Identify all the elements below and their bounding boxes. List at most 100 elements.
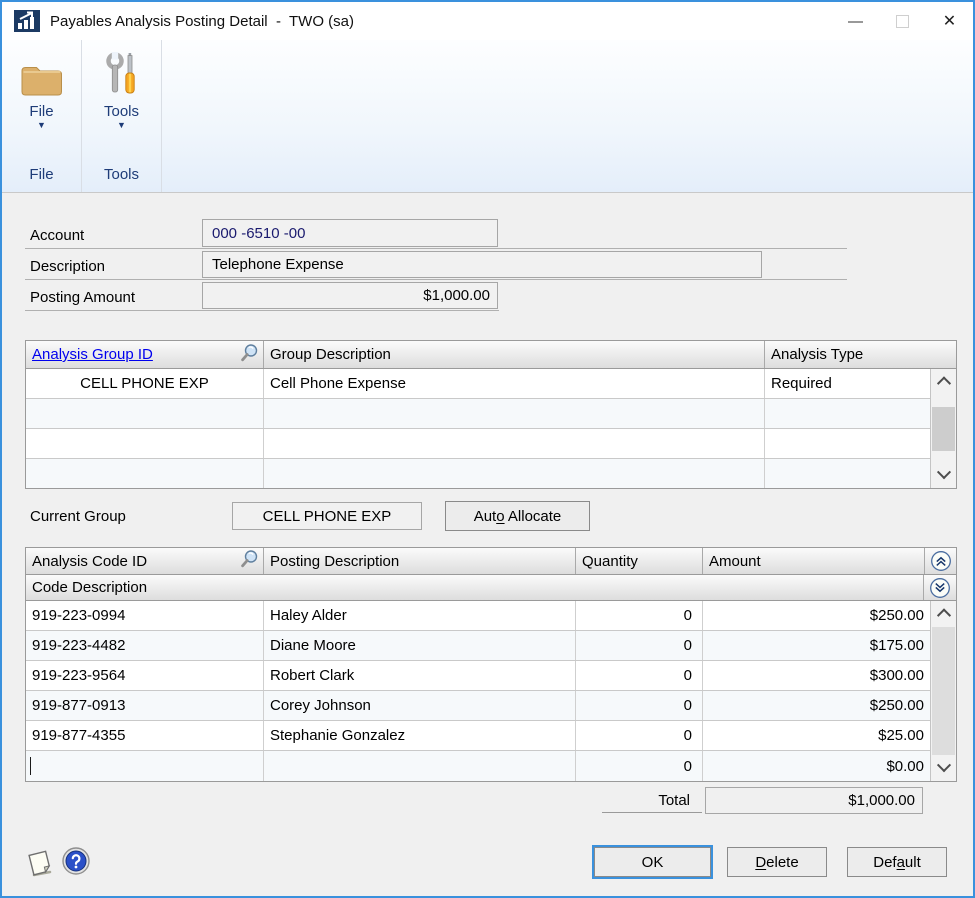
scrollbar-thumb[interactable] [932, 627, 955, 755]
analysis-code-header: Analysis Code ID Posting Description Qua… [26, 548, 956, 575]
account-field[interactable]: 000 -6510 -00 [202, 219, 498, 247]
analysis-type-header-cell: Analysis Type [765, 341, 956, 368]
auto-allocate-button[interactable]: Auto Allocate [445, 501, 590, 531]
default-button[interactable]: Default [847, 847, 947, 877]
code-row[interactable]: 919-223-9564 Robert Clark 0 $300.00 [26, 661, 930, 691]
scroll-up-icon [936, 608, 950, 622]
quantity-cell[interactable]: 0 [576, 631, 703, 660]
quantity-cell[interactable]: 0 [576, 721, 703, 750]
file-group-label: File [29, 166, 53, 192]
posting-description-cell[interactable]: Diane Moore [264, 631, 576, 660]
folder-icon [19, 48, 65, 98]
maximize-button[interactable] [879, 2, 926, 40]
analysis-group-row[interactable]: CELL PHONE EXP Cell Phone Expense Requir… [26, 369, 930, 399]
analysis-group-header: Analysis Group ID Group Description Anal… [26, 341, 956, 369]
code-row[interactable]: 919-223-4482 Diane Moore 0 $175.00 [26, 631, 930, 661]
amount-cell[interactable]: $250.00 [703, 601, 930, 630]
note-icon[interactable] [22, 847, 58, 884]
code-id-cell-editing[interactable] [26, 751, 264, 781]
amount-cell[interactable]: $250.00 [703, 691, 930, 720]
analysis-group-id-link[interactable]: Analysis Group ID [32, 346, 153, 363]
lookup-icon[interactable] [239, 343, 259, 367]
amount-header-cell: Amount [703, 548, 925, 574]
amount-cell[interactable]: $175.00 [703, 631, 930, 660]
quantity-cell[interactable]: 0 [576, 661, 703, 690]
code-row[interactable]: 919-223-0994 Haley Alder 0 $250.00 [26, 601, 930, 631]
account-underline [25, 248, 847, 249]
posting-description-cell[interactable]: Corey Johnson [264, 691, 576, 720]
description-label: Description [30, 258, 105, 275]
analysis-code-body: 919-223-0994 Haley Alder 0 $250.00 919-2… [26, 601, 956, 781]
posting-description-cell[interactable]: Robert Clark [264, 661, 576, 690]
current-group-field: CELL PHONE EXP [232, 502, 422, 530]
code-row[interactable]: 919-877-4355 Stephanie Gonzalez 0 $25.00 [26, 721, 930, 751]
group-description-header-cell: Group Description [264, 341, 765, 368]
scroll-up-button[interactable] [931, 601, 956, 627]
window-title: Payables Analysis Posting Detail - TWO (… [50, 13, 354, 30]
quantity-cell[interactable]: 0 [576, 601, 703, 630]
analysis-type-cell[interactable]: Required [765, 369, 930, 398]
title-bar: Payables Analysis Posting Detail - TWO (… [2, 2, 973, 41]
amount-cell[interactable]: $25.00 [703, 721, 930, 750]
scroll-down-button[interactable] [931, 462, 956, 488]
scroll-down-button[interactable] [931, 755, 956, 781]
analysis-group-empty-row[interactable] [26, 399, 930, 429]
code-id-cell[interactable]: 919-877-4355 [26, 721, 264, 750]
ribbon-group-tools: Tools ▼ Tools [82, 40, 162, 192]
posting-amount-field: $1,000.00 [202, 282, 498, 309]
ok-button[interactable]: OK [594, 847, 711, 877]
analysis-group-body: CELL PHONE EXP Cell Phone Expense Requir… [26, 369, 956, 488]
bar-chart-window-icon [14, 10, 40, 32]
close-icon: ✕ [943, 11, 956, 31]
analysis-code-table: Analysis Code ID Posting Description Qua… [25, 547, 957, 782]
tools-menu-button[interactable]: Tools ▼ [102, 40, 142, 166]
analysis-group-id-header-cell: Analysis Group ID [26, 341, 264, 368]
quantity-cell[interactable]: 0 [576, 751, 703, 781]
code-id-cell[interactable]: 919-223-0994 [26, 601, 264, 630]
code-id-cell[interactable]: 919-877-0913 [26, 691, 264, 720]
analysis-group-table: Analysis Group ID Group Description Anal… [25, 340, 957, 489]
amount-cell[interactable]: $300.00 [703, 661, 930, 690]
posting-description-cell[interactable]: Stephanie Gonzalez [264, 721, 576, 750]
posting-description-cell[interactable]: Haley Alder [264, 601, 576, 630]
posting-amount-underline [25, 310, 499, 311]
minimize-icon: — [848, 13, 863, 30]
code-row[interactable]: 919-877-0913 Corey Johnson 0 $250.00 [26, 691, 930, 721]
group-id-cell[interactable]: CELL PHONE EXP [26, 369, 264, 398]
lookup-icon[interactable] [239, 549, 259, 573]
text-cursor [30, 757, 31, 775]
analysis-group-empty-row[interactable] [26, 459, 930, 488]
code-id-cell[interactable]: 919-223-9564 [26, 661, 264, 690]
file-menu-button[interactable]: File ▼ [19, 40, 65, 166]
group-description-cell[interactable]: Cell Phone Expense [264, 369, 765, 398]
tools-menu-label: Tools [104, 103, 139, 120]
scroll-down-icon [936, 465, 950, 479]
tools-dropdown-icon: ▼ [117, 121, 126, 130]
code-id-cell[interactable]: 919-223-4482 [26, 631, 264, 660]
minimize-button[interactable]: — [832, 2, 879, 40]
code-row-new-entry[interactable]: 0 $0.00 [26, 751, 930, 781]
code-table-scrollbar[interactable] [930, 601, 956, 781]
current-group-label: Current Group [30, 508, 126, 525]
code-description-subheader: Code Description [26, 575, 956, 601]
description-field: Telephone Expense [202, 251, 762, 278]
collapse-rows-button[interactable] [925, 548, 956, 574]
expand-rows-button[interactable] [923, 575, 956, 600]
scrollbar-thumb[interactable] [932, 407, 955, 451]
total-amount-field: $1,000.00 [705, 787, 923, 814]
posting-description-cell[interactable] [264, 751, 576, 781]
analysis-group-empty-row[interactable] [26, 429, 930, 459]
close-button[interactable]: ✕ [926, 2, 973, 40]
help-icon[interactable] [62, 847, 90, 880]
ribbon-group-file: File ▼ File [2, 40, 82, 192]
delete-button[interactable]: Delete [727, 847, 827, 877]
account-label: Account [30, 227, 84, 244]
quantity-cell[interactable]: 0 [576, 691, 703, 720]
posting-amount-label: Posting Amount [30, 289, 135, 306]
scroll-up-icon [936, 376, 950, 390]
scroll-up-button[interactable] [931, 369, 956, 395]
description-underline [25, 279, 847, 280]
group-table-scrollbar[interactable] [930, 369, 956, 488]
amount-cell[interactable]: $0.00 [703, 751, 930, 781]
maximize-icon [896, 15, 909, 28]
